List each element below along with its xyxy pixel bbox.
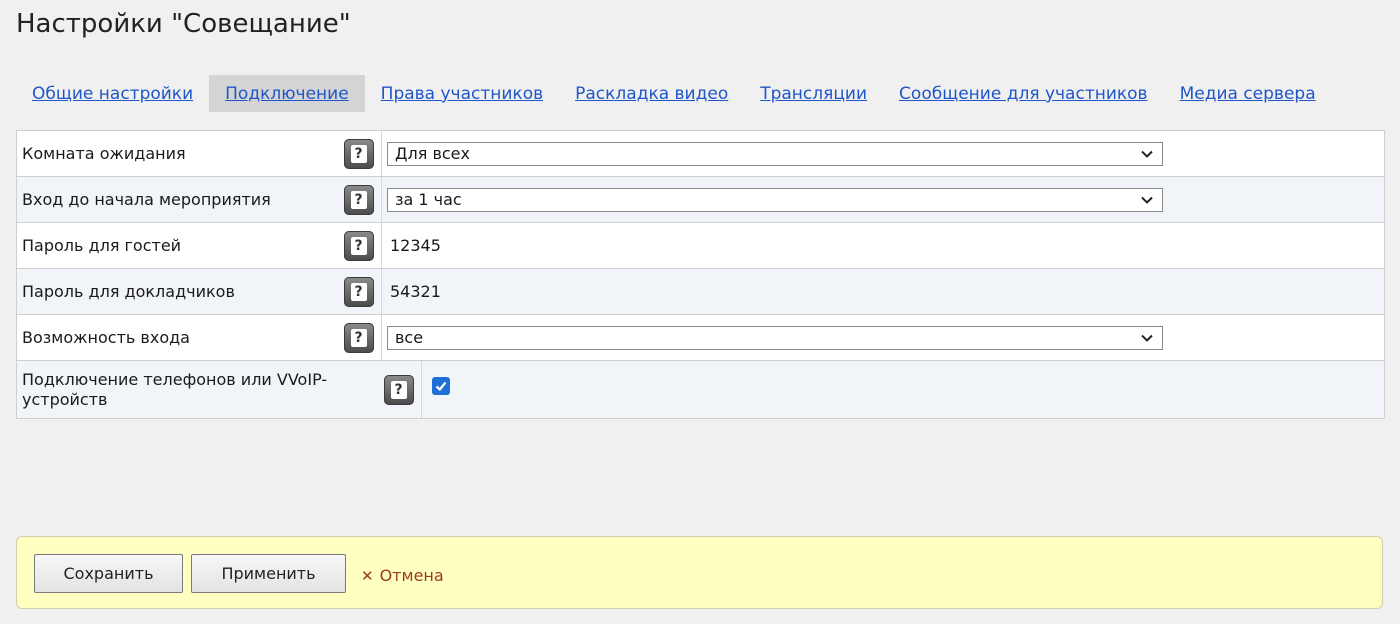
checkmark-icon xyxy=(435,381,447,392)
setting-row-guest-password: Пароль для гостей ? 12345 xyxy=(17,223,1384,269)
help-icon[interactable]: ? xyxy=(343,230,374,261)
chevron-down-icon xyxy=(1141,334,1153,342)
help-cell: ? xyxy=(336,315,382,360)
guest-password-value: 12345 xyxy=(390,236,441,255)
setting-value xyxy=(422,361,1384,418)
help-icon[interactable]: ? xyxy=(343,184,374,215)
setting-value: 54321 xyxy=(382,269,1384,314)
tab-bar: Общие настройки Подключение Права участн… xyxy=(16,75,1332,112)
question-mark-icon: ? xyxy=(350,328,367,347)
question-mark-icon: ? xyxy=(350,282,367,301)
setting-label: Возможность входа xyxy=(22,327,190,347)
setting-row-entry-before-start: Вход до начала мероприятия ? за 1 час xyxy=(17,177,1384,223)
help-cell: ? xyxy=(336,131,382,176)
cancel-link[interactable]: ✕ Отмена xyxy=(361,566,444,585)
select-value: Для всех xyxy=(395,144,470,163)
setting-row-entry-possibility: Возможность входа ? все xyxy=(17,315,1384,361)
cancel-label: Отмена xyxy=(379,566,444,585)
tab-participant-message[interactable]: Сообщение для участников xyxy=(883,75,1164,112)
save-button[interactable]: Сохранить xyxy=(34,554,183,593)
help-icon[interactable]: ? xyxy=(343,322,374,353)
setting-value: Для всех xyxy=(382,131,1384,176)
tab-general-settings[interactable]: Общие настройки xyxy=(16,75,209,112)
phone-voip-checkbox[interactable] xyxy=(432,377,450,395)
setting-value: за 1 час xyxy=(382,177,1384,222)
setting-label: Пароль для докладчиков xyxy=(22,281,235,301)
question-mark-icon: ? xyxy=(350,236,367,255)
help-icon[interactable]: ? xyxy=(343,138,374,169)
settings-table: Комната ожидания ? Для всех Вход до нача… xyxy=(16,130,1385,419)
entry-possibility-select[interactable]: все xyxy=(387,325,1163,350)
waiting-room-select[interactable]: Для всех xyxy=(387,141,1163,166)
setting-value: 12345 xyxy=(382,223,1384,268)
question-mark-icon: ? xyxy=(390,380,407,399)
speaker-password-value: 54321 xyxy=(390,282,441,301)
chevron-down-icon xyxy=(1141,150,1153,158)
setting-label: Вход до начала мероприятия xyxy=(22,189,271,209)
help-cell: ? xyxy=(336,177,382,222)
tab-broadcasts[interactable]: Трансляции xyxy=(744,75,883,112)
entry-before-start-select[interactable]: за 1 час xyxy=(387,187,1163,212)
close-icon: ✕ xyxy=(361,566,374,585)
tab-media-servers[interactable]: Медиа сервера xyxy=(1164,75,1332,112)
page-title: Настройки "Совещание" xyxy=(16,9,351,39)
question-mark-icon: ? xyxy=(350,190,367,209)
tab-participant-rights[interactable]: Права участников xyxy=(365,75,559,112)
setting-value: все xyxy=(382,315,1384,360)
help-cell: ? xyxy=(336,223,382,268)
chevron-down-icon xyxy=(1141,196,1153,204)
setting-label: Подключение телефонов или VVoIP-устройст… xyxy=(22,369,328,409)
help-icon[interactable]: ? xyxy=(343,276,374,307)
action-bar: Сохранить Применить ✕ Отмена xyxy=(16,536,1383,609)
setting-label: Комната ожидания xyxy=(22,143,186,163)
help-icon[interactable]: ? xyxy=(383,374,414,405)
select-value: все xyxy=(395,328,424,347)
setting-row-speaker-password: Пароль для докладчиков ? 54321 xyxy=(17,269,1384,315)
setting-label: Пароль для гостей xyxy=(22,235,182,255)
tab-video-layout[interactable]: Раскладка видео xyxy=(559,75,744,112)
help-cell: ? xyxy=(376,361,422,418)
select-value: за 1 час xyxy=(395,190,462,209)
tab-connection[interactable]: Подключение xyxy=(209,75,365,112)
apply-button[interactable]: Применить xyxy=(191,554,346,593)
question-mark-icon: ? xyxy=(350,144,367,163)
setting-row-waiting-room: Комната ожидания ? Для всех xyxy=(17,131,1384,177)
setting-row-phone-voip: Подключение телефонов или VVoIP-устройст… xyxy=(17,361,1384,419)
help-cell: ? xyxy=(336,269,382,314)
